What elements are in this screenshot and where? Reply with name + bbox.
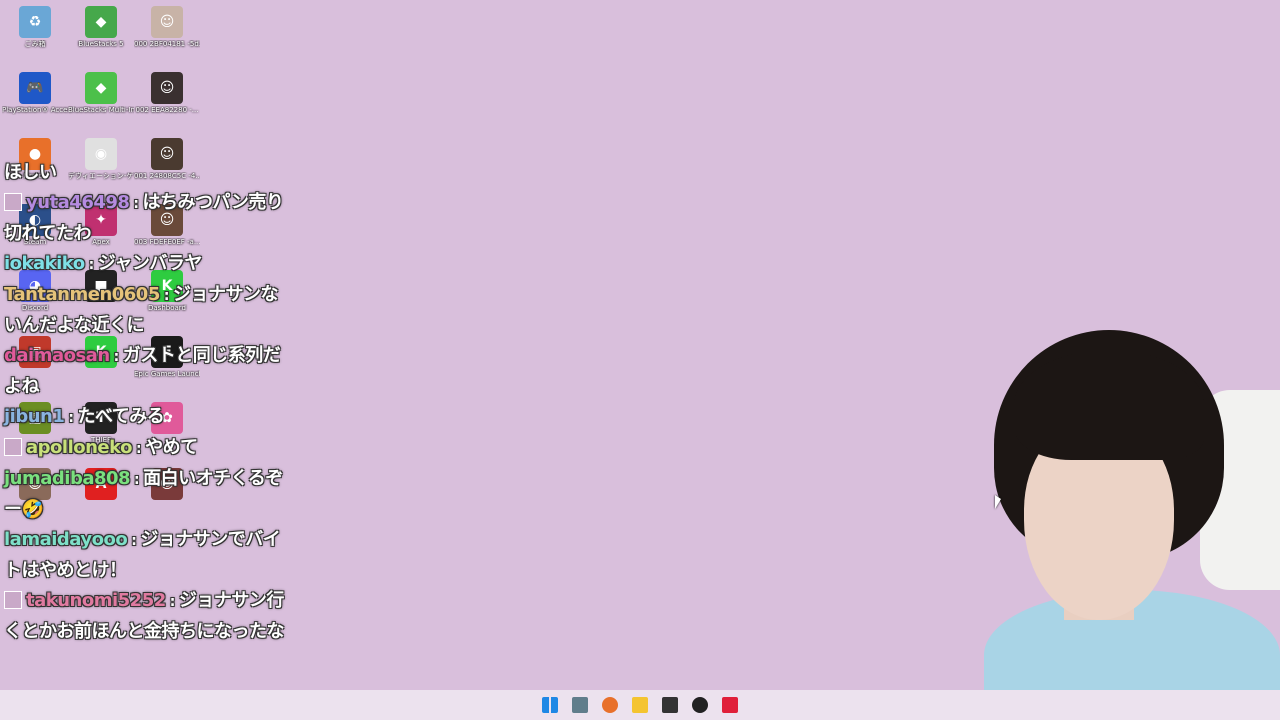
chat-separator: :	[135, 441, 142, 457]
taskbar-button[interactable]	[660, 695, 680, 715]
desktop-icon-label: ごみ箱	[24, 40, 46, 48]
desktop-icon-label: 002 EEA82280 -...	[135, 106, 199, 114]
desktop-app-icon: ◆	[85, 72, 117, 104]
obs-icon	[692, 697, 708, 713]
desktop-app-icon: ◆	[85, 6, 117, 38]
desktop-icon[interactable]: ☺ 002 EEA82280 -...	[134, 68, 200, 115]
chat-separator: :	[133, 196, 139, 212]
chat-separator: :	[134, 472, 140, 488]
desktop-icon-label: BlueStacks 5	[78, 40, 124, 48]
chat-username: yuta46498	[26, 192, 130, 213]
chat-username: iokakiko	[4, 253, 85, 274]
chat-username: jibun1	[4, 406, 65, 427]
chat-text: ジャンバラヤ	[97, 253, 203, 274]
desktop-app-icon: 🎮	[19, 72, 51, 104]
chat-message: jibun1: たべてみる	[4, 402, 284, 433]
desktop-icon[interactable]: ◆ BlueStacks Multi-Instan...	[68, 68, 134, 115]
chat-username: lamaidayooo	[4, 529, 128, 550]
chat-message: jumadiba808: 面白いオチくるぞー🤣	[4, 464, 284, 525]
chat-username: Tantanmen0605	[4, 284, 160, 305]
start-icon	[542, 697, 558, 713]
chat-message: iokakiko: ジャンバラヤ	[4, 249, 284, 280]
app-icon	[662, 697, 678, 713]
mouse-cursor-icon	[995, 495, 1001, 509]
taskbar-button[interactable]	[630, 695, 650, 715]
taskbar-button[interactable]	[690, 695, 710, 715]
chat-username: jumadiba808	[4, 468, 131, 489]
chat-separator: :	[131, 533, 137, 549]
webcam-feed	[984, 330, 1280, 720]
taskbar-button[interactable]	[600, 695, 620, 715]
chat-message: lamaidayooo: ジョナサンでバイトはやめとけ！	[4, 525, 284, 586]
chat-message: ほしい	[4, 158, 284, 188]
chat-text: ほしい	[4, 162, 57, 183]
chat-overlay: ほしい yuta46498: はちみつパン売り切れてたわ iokakiko: ジャンバラ…	[4, 158, 285, 647]
chat-avatar	[4, 193, 22, 211]
taskbar-button[interactable]	[570, 695, 590, 715]
taskbar	[0, 690, 1280, 720]
desktop-icon[interactable]: ♻ ごみ箱	[2, 2, 68, 49]
desktop-icon-label: 000 2BF04181 -5d...	[134, 40, 200, 48]
chat-message: apolloneko: やめて	[4, 433, 284, 464]
desktop-icon[interactable]: ◆ BlueStacks 5	[68, 2, 134, 49]
desktop-app-icon: ♻	[19, 6, 51, 38]
chat-username: daimaosan	[4, 345, 110, 366]
chat-text: たべてみる	[77, 406, 165, 427]
firefox-icon	[602, 697, 618, 713]
chat-separator: :	[163, 288, 170, 304]
taskbar-button[interactable]	[720, 695, 740, 715]
streamer-bangs	[1014, 350, 1204, 460]
file-explorer-icon	[632, 697, 648, 713]
desktop-app-icon: ☺	[151, 6, 183, 38]
desktop-icon[interactable]: ☺ 000 2BF04181 -5d...	[134, 2, 200, 49]
desktop-app-icon: ☺	[151, 72, 183, 104]
app-red-icon	[722, 697, 738, 713]
chat-avatar	[4, 438, 22, 456]
chat-username: apolloneko	[26, 437, 132, 458]
chat-separator: :	[68, 410, 74, 426]
chat-message: yuta46498: はちみつパン売り切れてたわ	[4, 188, 284, 249]
taskbar-button[interactable]	[540, 695, 560, 715]
chat-message: takunomi5252: ジョナサン行くとかお前ほんと金持ちになったな	[4, 586, 285, 647]
chat-avatar	[4, 591, 22, 609]
chat-separator: :	[169, 594, 176, 610]
chat-text: やめて	[145, 437, 198, 458]
chat-message: daimaosan: ガストと同じ系列だよね	[4, 341, 284, 402]
chat-separator: :	[88, 257, 95, 273]
chat-separator: :	[113, 349, 120, 365]
desktop-icon[interactable]: 🎮 PlayStation® Accessories	[2, 68, 68, 115]
chat-username: takunomi5252	[26, 590, 166, 611]
desktop-icon-label: PlayStation® Accessories	[2, 106, 68, 114]
chat-message: Tantanmen0605: ジョナサンないんだよな近くに	[4, 280, 284, 341]
desktop-icon-label: BlueStacks Multi-Instan...	[68, 106, 134, 114]
settings-icon	[572, 697, 588, 713]
